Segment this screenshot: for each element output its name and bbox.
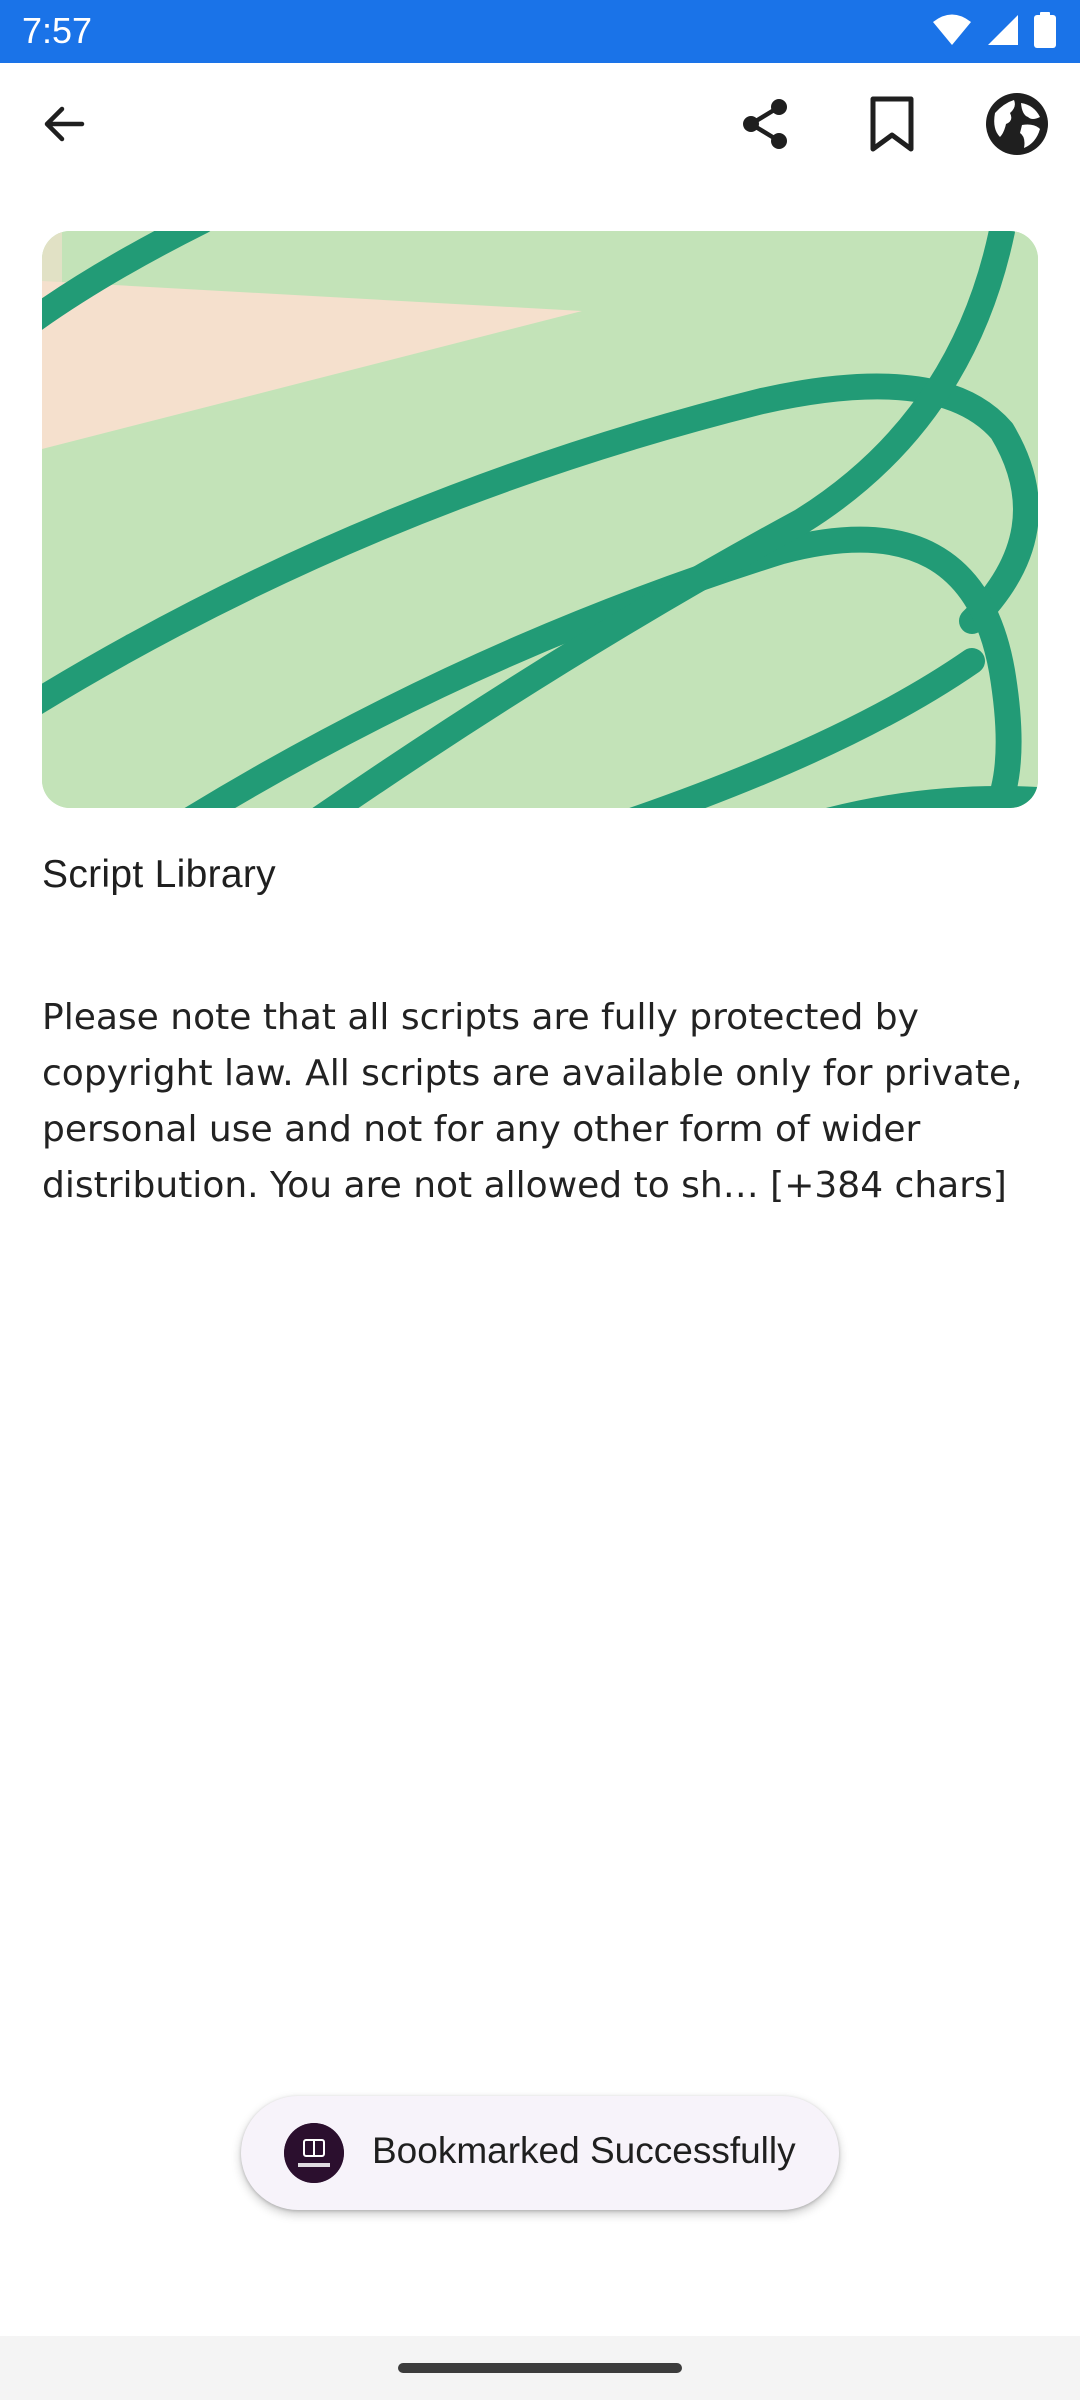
globe-icon [984,91,1050,162]
journal-app-icon [284,2123,344,2183]
share-icon [738,97,792,156]
bookmark-button[interactable] [852,86,932,166]
back-button[interactable] [24,86,104,166]
article-title: Script Library [42,853,276,896]
share-button[interactable] [725,86,805,166]
bookmark-icon [868,95,916,158]
wifi-icon [932,13,972,52]
status-icons [932,11,1056,53]
status-time: 7:57 [22,10,93,51]
article-hero-image [42,231,1038,808]
article-body: Please note that all scripts are fully p… [42,997,1023,1206]
gesture-handle[interactable] [398,2363,682,2373]
arrow-back-icon [40,100,88,153]
system-nav-bar [0,2336,1080,2400]
battery-icon [1034,11,1056,53]
signal-icon [986,13,1020,52]
toast-message: Bookmarked Successfully [372,2130,796,2171]
open-web-button[interactable] [977,86,1057,166]
bookmark-toast: Bookmarked Successfully [241,2096,839,2210]
app-bar [0,63,1080,193]
status-bar: 7:57 [0,0,1080,63]
